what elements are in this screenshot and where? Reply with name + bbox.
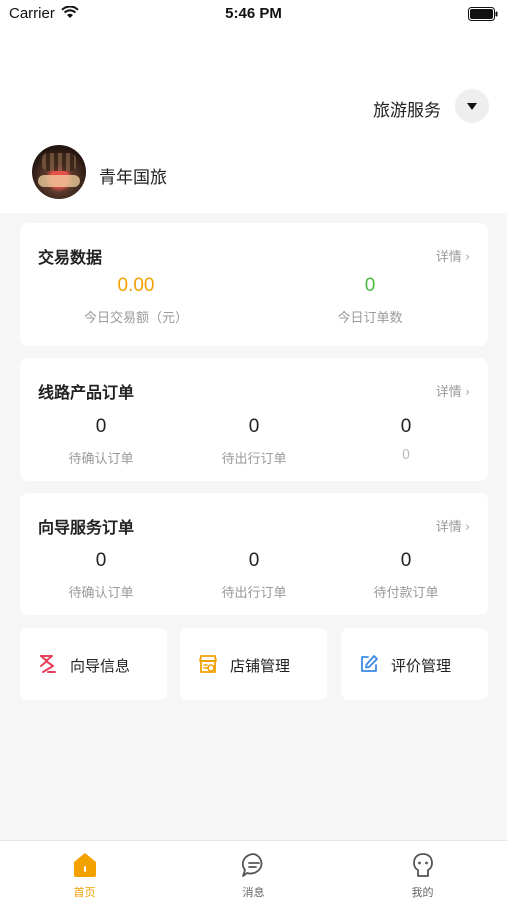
metric-third[interactable]: 0 0 — [330, 416, 482, 463]
metric-value: 0 — [248, 550, 260, 571]
tab-profile[interactable]: 我的 — [338, 841, 507, 900]
guide-detail-link[interactable]: 详情 › — [436, 516, 470, 535]
route-detail-link[interactable]: 详情 › — [436, 381, 470, 400]
quick-action-label: 店铺管理 — [230, 657, 291, 675]
guide-info-button[interactable]: 向导信息 — [20, 628, 167, 700]
edit-icon — [361, 655, 378, 672]
metric-value: 0 — [95, 416, 107, 437]
metric-value: 0 — [400, 416, 412, 437]
quick-action-label: 评价管理 — [391, 657, 452, 675]
metric-label: 待确认订单 — [68, 452, 134, 467]
card-title: 向导服务订单 — [38, 518, 135, 537]
chevron-right-icon: › — [465, 520, 470, 535]
metric-label: 0 — [401, 448, 411, 463]
metric-pending-payment[interactable]: 0 待付款订单 — [330, 550, 482, 601]
metric-pending-confirm[interactable]: 0 待确认订单 — [25, 550, 177, 601]
tab-home[interactable]: 首页 — [0, 841, 169, 900]
route-orders-card: 线路产品订单 详情 › 0 待确认订单 0 待出行订单 0 0 — [20, 358, 488, 481]
tab-bar: 首页 消息 我的 — [0, 840, 507, 900]
shop-icon — [199, 655, 217, 673]
metric-label: 待确认订单 — [68, 586, 134, 601]
clock: 5:46 PM — [225, 5, 282, 22]
guide-info-icon — [40, 655, 56, 673]
profile-icon — [413, 853, 433, 877]
message-icon — [241, 853, 263, 877]
avatar[interactable] — [32, 145, 86, 199]
metric-pending-travel[interactable]: 0 待出行订单 — [178, 550, 330, 601]
battery-icon — [468, 7, 498, 21]
metric-pending-travel[interactable]: 0 待出行订单 — [178, 416, 330, 467]
metric-value: 0 — [400, 550, 412, 571]
chevron-right-icon: › — [465, 385, 470, 400]
metric-value: 0 — [248, 416, 260, 437]
card-title: 交易数据 — [38, 248, 103, 267]
metric-value: 0 — [95, 550, 107, 571]
tab-label: 首页 — [73, 886, 96, 899]
trade-detail-link[interactable]: 详情 › — [436, 246, 470, 265]
metric-label: 待出行订单 — [221, 452, 287, 467]
status-bar: Carrier 5:46 PM — [0, 0, 507, 28]
home-icon — [74, 853, 96, 877]
metric-pending-confirm[interactable]: 0 待确认订单 — [25, 416, 177, 467]
metric-label: 待出行订单 — [221, 586, 287, 601]
metric-label: 待付款订单 — [373, 586, 439, 601]
trade-data-card: 交易数据 详情 › 0.00 今日交易额（元） 0 今日订单数 — [20, 223, 488, 346]
metric-today-amount: 0.00 今日交易额（元） — [60, 275, 212, 326]
metric-value: 0 — [364, 275, 376, 296]
metric-label: 今日交易额（元） — [83, 311, 188, 326]
chevron-right-icon: › — [465, 250, 470, 265]
tab-messages[interactable]: 消息 — [169, 841, 338, 900]
tab-label: 我的 — [411, 886, 434, 899]
guide-orders-card: 向导服务订单 详情 › 0 待确认订单 0 待出行订单 0 待付款订单 — [20, 493, 488, 615]
shop-management-button[interactable]: 店铺管理 — [180, 628, 327, 700]
metric-value: 0.00 — [117, 275, 155, 296]
metric-label: 今日订单数 — [337, 311, 403, 326]
card-title: 线路产品订单 — [38, 383, 135, 402]
service-selector-label[interactable]: 旅游服务 — [373, 96, 441, 121]
service-dropdown-button[interactable] — [455, 89, 489, 123]
quick-action-label: 向导信息 — [70, 657, 131, 675]
review-management-button[interactable]: 评价管理 — [341, 628, 488, 700]
merchant-name: 青年国旅 — [99, 168, 167, 188]
tab-label: 消息 — [242, 886, 265, 899]
metric-today-orders: 0 今日订单数 — [294, 275, 446, 326]
